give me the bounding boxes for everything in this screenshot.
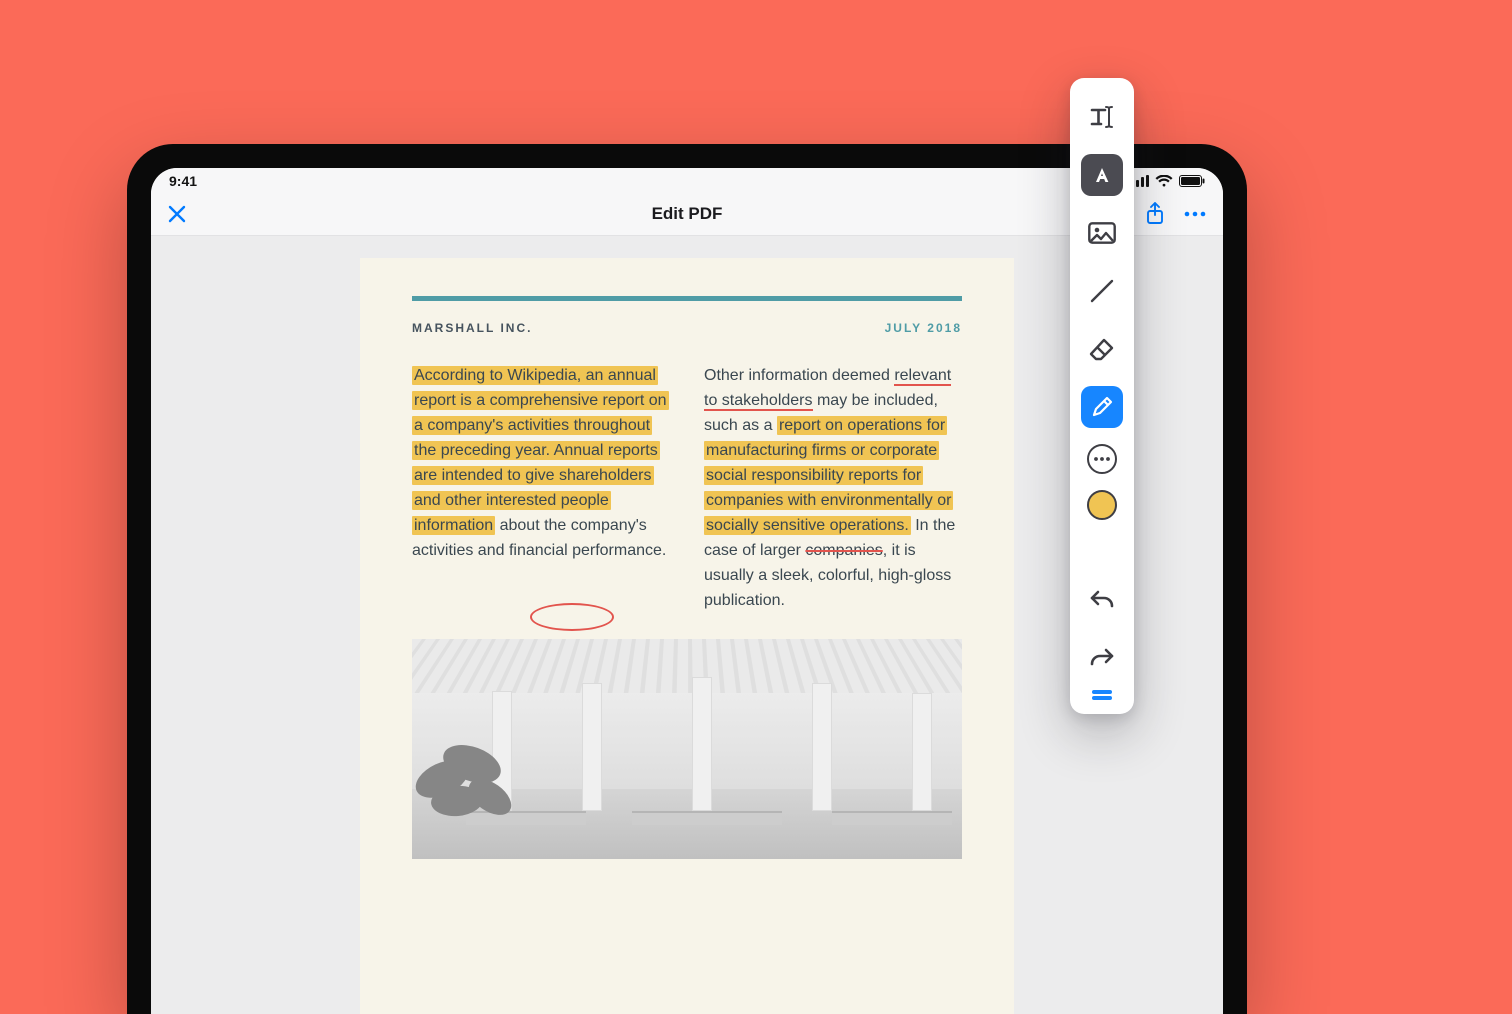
share-button[interactable] [1145, 202, 1165, 226]
text-cursor-icon [1089, 104, 1115, 130]
line-icon [1089, 278, 1115, 304]
close-icon [167, 204, 187, 224]
undo-button[interactable] [1081, 578, 1123, 620]
document-image [412, 639, 962, 859]
redo-icon [1089, 646, 1115, 668]
image-tool[interactable] [1081, 212, 1123, 254]
nav-bar: Edit PDF [151, 192, 1223, 236]
page-divider [412, 296, 962, 301]
circle-annotation[interactable] [530, 603, 614, 631]
status-time: 9:41 [169, 173, 197, 189]
color-swatch[interactable] [1087, 490, 1117, 520]
close-button[interactable] [167, 204, 187, 224]
ellipsis-icon [1183, 210, 1207, 218]
pen-tool[interactable] [1081, 386, 1123, 428]
text-cursor-tool[interactable] [1081, 96, 1123, 138]
nav-left [167, 204, 247, 224]
body-text: performance. [568, 542, 667, 559]
eraser-tool[interactable] [1081, 328, 1123, 370]
image-icon [1088, 222, 1116, 244]
wifi-icon [1155, 175, 1173, 187]
strikethrough-annotation[interactable]: companies [805, 542, 882, 559]
undo-icon [1089, 588, 1115, 610]
nav-title: Edit PDF [652, 204, 723, 224]
eraser-icon [1088, 337, 1116, 361]
column-right: Other information deemed relevant to sta… [704, 363, 962, 613]
redo-button[interactable] [1081, 636, 1123, 678]
text-box-icon [1091, 164, 1113, 186]
status-bar: 9:41 [151, 168, 1223, 192]
ellipsis-icon [1093, 456, 1111, 462]
column-left: According to Wikipedia, an annual report… [412, 363, 670, 613]
tool-palette[interactable] [1070, 78, 1134, 714]
more-button[interactable] [1183, 210, 1207, 218]
drag-handle[interactable] [1092, 690, 1112, 694]
status-right [1131, 175, 1205, 187]
circled-word: financial [509, 542, 568, 559]
highlight-annotation[interactable]: According to Wikipedia, an annual report… [412, 366, 669, 535]
nav-right [1127, 202, 1207, 226]
plant-graphic [412, 709, 522, 829]
ipad-screen: 9:41 Edit PDF [151, 168, 1223, 1014]
more-tool[interactable] [1087, 444, 1117, 474]
share-icon [1145, 202, 1165, 226]
text-box-tool[interactable] [1081, 154, 1123, 196]
document-date: JULY 2018 [885, 321, 962, 335]
company-name: MARSHALL INC. [412, 321, 532, 335]
pen-icon [1090, 395, 1114, 419]
page-header: MARSHALL INC. JULY 2018 [412, 321, 962, 335]
pdf-page[interactable]: MARSHALL INC. JULY 2018 According to Wik… [360, 258, 1014, 1014]
body-columns: According to Wikipedia, an annual report… [412, 363, 962, 613]
body-text: Other information deemed [704, 367, 894, 384]
document-viewport[interactable]: MARSHALL INC. JULY 2018 According to Wik… [151, 236, 1223, 1014]
battery-icon [1179, 175, 1205, 187]
line-tool[interactable] [1081, 270, 1123, 312]
